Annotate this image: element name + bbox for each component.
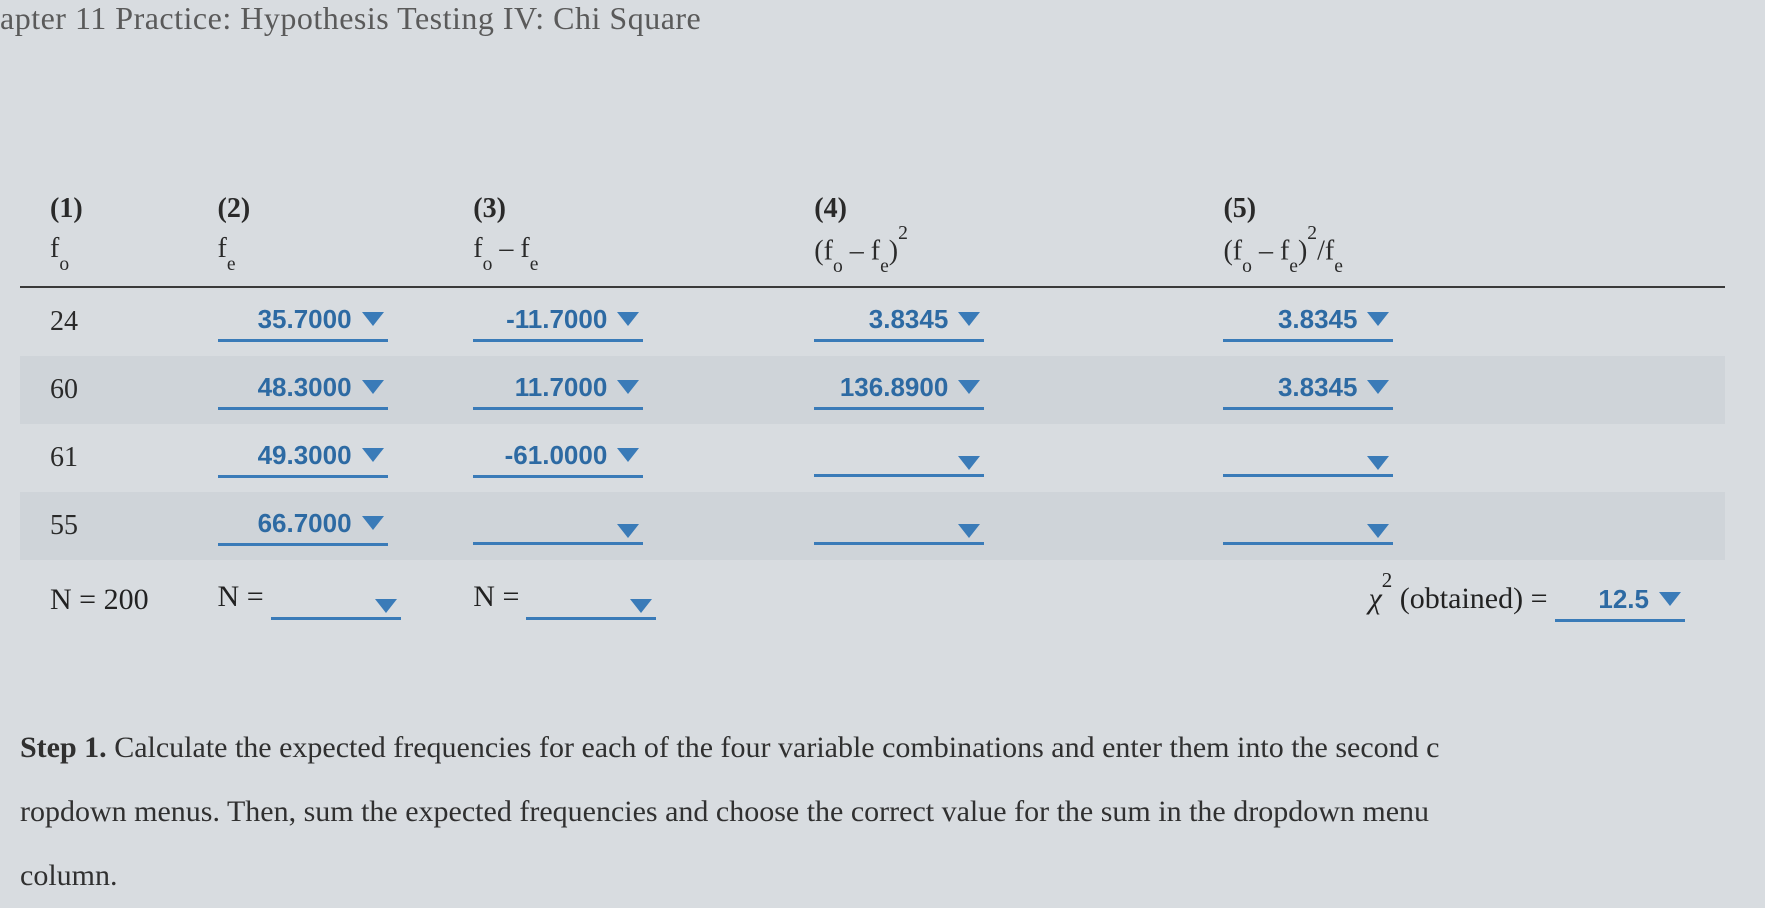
n-fe-dropdown[interactable] [271, 597, 401, 620]
diff-dropdown[interactable]: -11.7000 [473, 302, 643, 342]
chevron-down-icon [617, 380, 639, 394]
sq-dropdown[interactable] [814, 522, 984, 545]
chevron-down-icon [958, 456, 980, 470]
n-diff-label: N = [473, 580, 519, 613]
table-row: 24 35.7000 -11.7000 3.8345 3.8345 [20, 287, 1725, 356]
fo-cell: 60 [20, 356, 208, 424]
fo-cell: 24 [20, 287, 208, 356]
fo-cell: 55 [20, 492, 208, 560]
chevron-down-icon [375, 599, 397, 613]
chevron-down-icon [362, 448, 384, 462]
sq-dropdown[interactable]: 3.8345 [814, 302, 984, 342]
ratio-dropdown[interactable] [1223, 522, 1393, 545]
chevron-down-icon [1367, 312, 1389, 326]
sq-dropdown[interactable]: 136.8900 [814, 370, 984, 410]
col-header-2: (2) fe [208, 185, 464, 287]
chevron-down-icon [1659, 592, 1681, 606]
chevron-down-icon [958, 380, 980, 394]
fe-dropdown[interactable]: 49.3000 [218, 438, 388, 478]
diff-dropdown[interactable] [473, 522, 643, 545]
col-header-4: (4) (fo – fe)2 [804, 185, 1213, 287]
chevron-down-icon [1367, 524, 1389, 538]
sq-dropdown[interactable] [814, 454, 984, 477]
ratio-dropdown[interactable] [1223, 454, 1393, 477]
fe-dropdown[interactable]: 66.7000 [218, 506, 388, 546]
col-header-1: (1) fo [20, 185, 208, 287]
chevron-down-icon [617, 448, 639, 462]
table-row: 61 49.3000 -61.0000 [20, 424, 1725, 492]
chevron-down-icon [1367, 380, 1389, 394]
chi-obtained-label: χ2 (obtained) = [1369, 582, 1555, 615]
n-fo-label: N = 200 [20, 560, 208, 636]
n-fe-label: N = [218, 580, 264, 613]
chevron-down-icon [617, 312, 639, 326]
chi-square-table: (1) fo (2) fe (3) fo – fe (4) (fo – fe)2… [20, 185, 1725, 636]
table-row: 55 66.7000 [20, 492, 1725, 560]
chevron-down-icon [362, 516, 384, 530]
page-title: apter 11 Practice: Hypothesis Testing IV… [0, 0, 1765, 45]
instructions-text: Step 1. Calculate the expected frequenci… [20, 636, 1725, 908]
chevron-down-icon [630, 599, 652, 613]
main-content: (1) fo (2) fe (3) fo – fe (4) (fo – fe)2… [0, 45, 1765, 908]
chevron-down-icon [1367, 456, 1389, 470]
diff-dropdown[interactable]: 11.7000 [473, 370, 643, 410]
n-diff-dropdown[interactable] [526, 597, 656, 620]
col-header-5: (5) (fo – fe)2/fe [1213, 185, 1725, 287]
chevron-down-icon [958, 524, 980, 538]
chevron-down-icon [362, 380, 384, 394]
col-header-3: (3) fo – fe [463, 185, 804, 287]
chevron-down-icon [362, 312, 384, 326]
chevron-down-icon [617, 524, 639, 538]
totals-row: N = 200 N = N = χ2 (obtained) = 12.5 [20, 560, 1725, 636]
chevron-down-icon [958, 312, 980, 326]
ratio-dropdown[interactable]: 3.8345 [1223, 370, 1393, 410]
chi-obtained-dropdown[interactable]: 12.5 [1555, 582, 1685, 622]
fo-cell: 61 [20, 424, 208, 492]
step-label: Step 1. [20, 731, 107, 764]
fe-dropdown[interactable]: 48.3000 [218, 370, 388, 410]
ratio-dropdown[interactable]: 3.8345 [1223, 302, 1393, 342]
diff-dropdown[interactable]: -61.0000 [473, 438, 643, 478]
table-row: 60 48.3000 11.7000 136.8900 3.8345 [20, 356, 1725, 424]
fe-dropdown[interactable]: 35.7000 [218, 302, 388, 342]
